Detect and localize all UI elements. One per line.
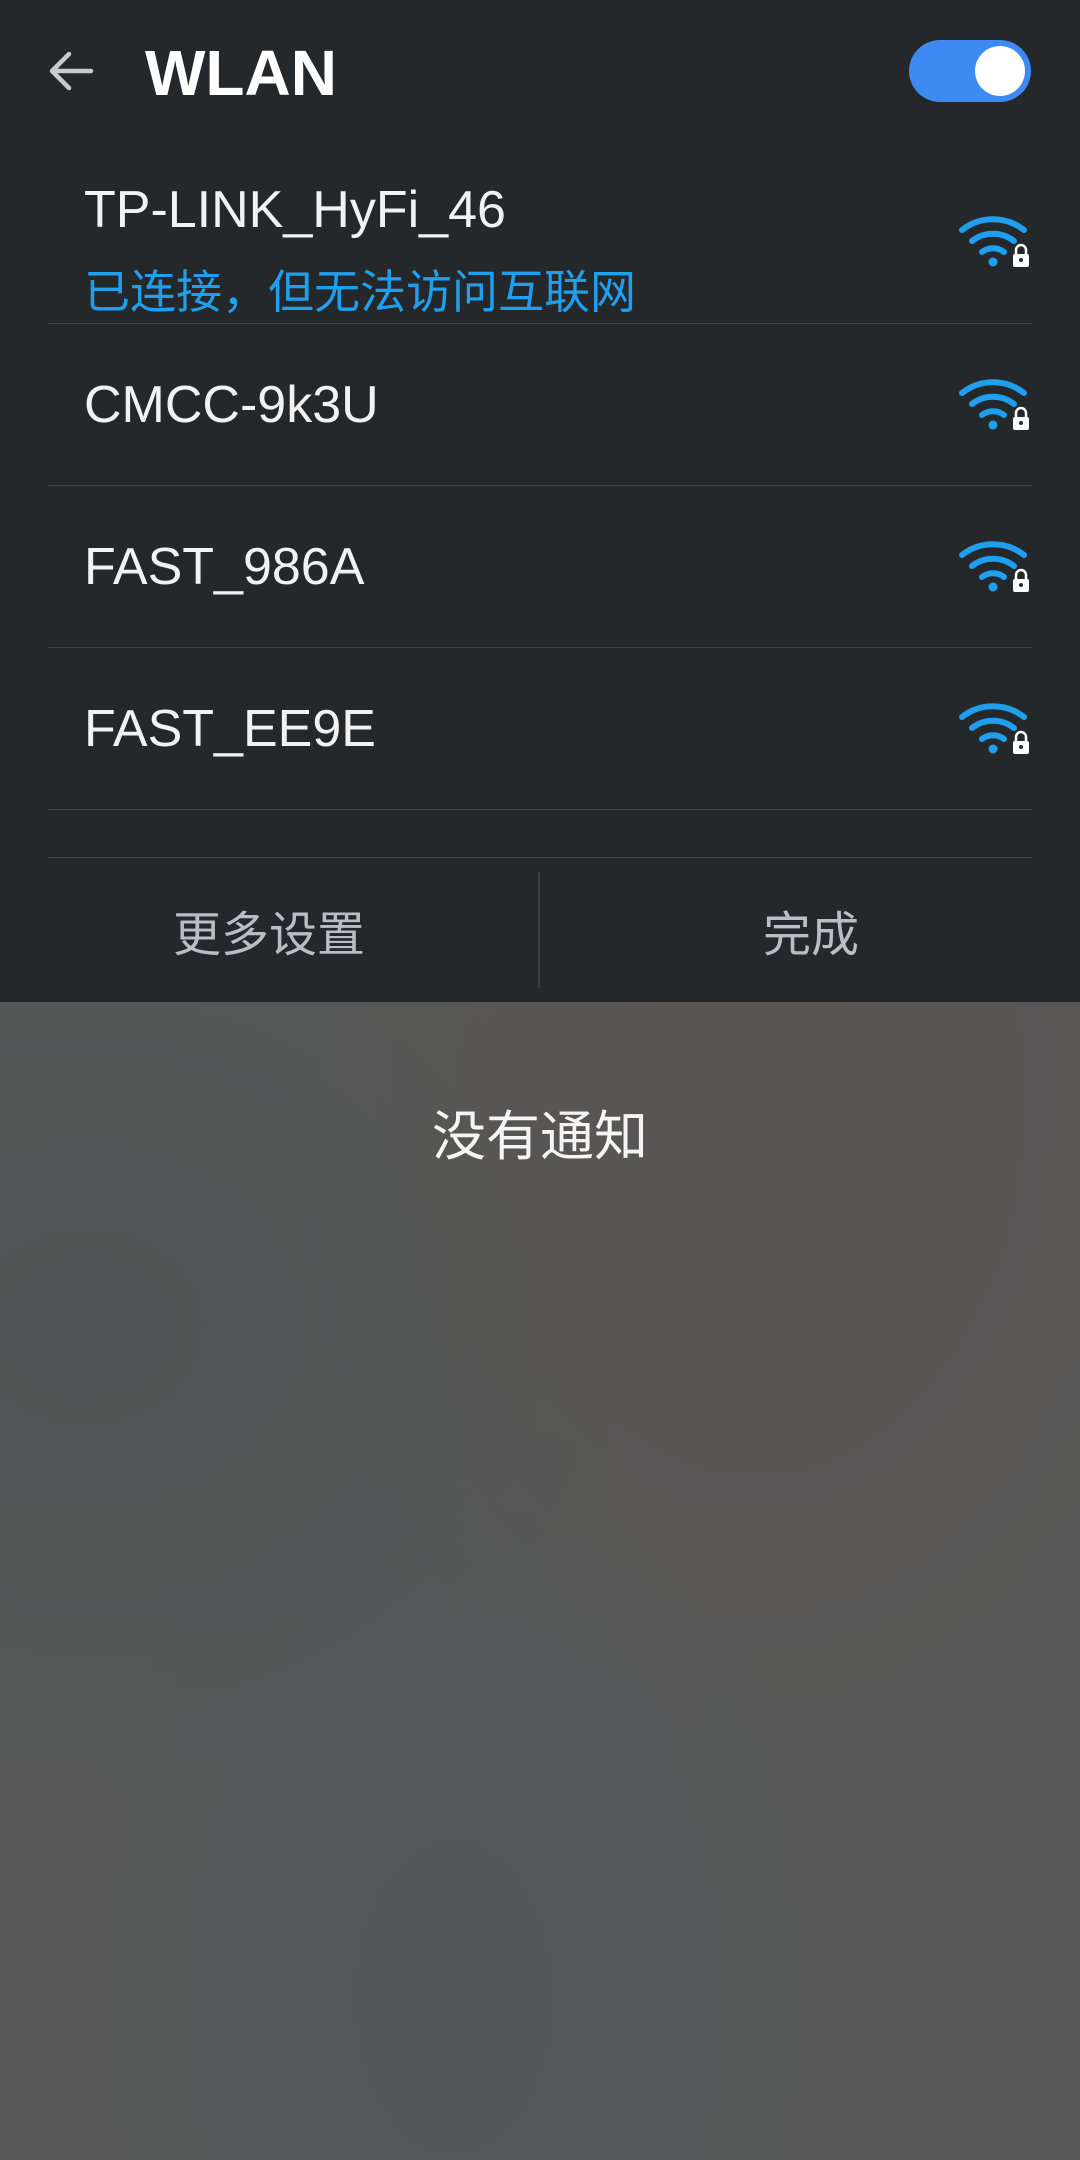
network-list: TP-LINK_HyFi_46 已连接，但无法访问互联网 CMCC-9k3U F… — [48, 160, 1032, 810]
wlan-toggle[interactable] — [909, 40, 1031, 102]
more-settings-button[interactable]: 更多设置 — [0, 872, 538, 988]
network-ssid: FAST_986A — [84, 537, 365, 596]
empty-notifications-text: 没有通知 — [432, 1105, 648, 1168]
network-ssid: CMCC-9k3U — [84, 375, 379, 434]
network-item-fast-986a[interactable]: FAST_986A — [48, 486, 1032, 648]
wifi-lock-icon — [959, 378, 1029, 430]
arrow-left-icon — [49, 51, 94, 91]
wlan-quick-panel: WLAN TP-LINK_HyFi_46 已连接，但无法访问互联网 CMCC-9… — [0, 0, 1080, 1002]
toggle-knob — [975, 46, 1025, 96]
page-title: WLAN — [145, 37, 337, 109]
network-ssid: TP-LINK_HyFi_46 — [84, 181, 506, 239]
network-item-tp-link-hyfi-46[interactable]: TP-LINK_HyFi_46 已连接，但无法访问互联网 — [48, 160, 1032, 324]
network-item-cmcc-9k3u[interactable]: CMCC-9k3U — [48, 324, 1032, 486]
list-divider — [48, 810, 1032, 858]
network-item-fast-ee9e[interactable]: FAST_EE9E — [48, 648, 1032, 810]
done-button[interactable]: 完成 — [542, 872, 1080, 988]
network-ssid: FAST_EE9E — [84, 699, 376, 758]
wifi-lock-icon — [959, 215, 1029, 267]
wifi-lock-icon — [959, 540, 1029, 592]
notification-shade — [0, 1002, 1080, 2160]
back-button[interactable] — [34, 34, 108, 108]
wifi-lock-icon — [959, 702, 1029, 754]
panel-action-bar: 更多设置 完成 — [0, 872, 1080, 988]
network-status: 已连接，但无法访问互联网 — [84, 265, 636, 319]
action-divider — [538, 872, 540, 988]
